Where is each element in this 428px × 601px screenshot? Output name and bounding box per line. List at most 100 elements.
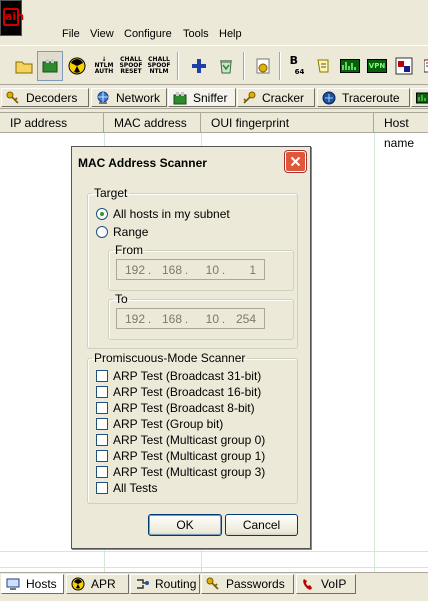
tab-decoders[interactable]: Decoders (1, 88, 89, 107)
checkbox[interactable] (96, 386, 108, 398)
meter-icon[interactable] (337, 51, 363, 81)
checkbox-label: ARP Test (Broadcast 31-bit) (113, 369, 262, 383)
grid-line (0, 551, 428, 552)
traceroute-icon (322, 91, 336, 104)
arp-broadcast-8-checkbox[interactable]: ARP Test (Broadcast 8-bit) (96, 401, 255, 415)
tab-label: Cracker (262, 90, 305, 105)
tab-cracker[interactable]: Cracker (237, 88, 315, 107)
column-mac-address[interactable]: MAC address (104, 113, 201, 133)
menu-configure[interactable]: Configure (122, 27, 174, 41)
tab-passwords[interactable]: Passwords (201, 574, 294, 594)
radiation-icon[interactable] (64, 51, 90, 81)
all-hosts-radio[interactable]: All hosts in my subnet (96, 207, 230, 221)
sniffer-adapter-icon[interactable] (37, 51, 63, 81)
checkbox[interactable] (96, 418, 108, 430)
menu-file[interactable]: File (60, 27, 82, 41)
cert-icon[interactable] (250, 51, 276, 81)
mac-address-scanner-dialog: MAC Address Scanner Target All hosts in … (71, 146, 311, 549)
vpn-icon[interactable]: VPN (364, 51, 390, 81)
reset-text: RESET (120, 68, 142, 75)
tab-apr[interactable]: APR (66, 574, 129, 594)
tab-network[interactable]: Network (91, 88, 167, 107)
all-tests-checkbox[interactable]: All Tests (96, 481, 157, 495)
tab-label: VoIP (321, 577, 347, 591)
tab-traceroute[interactable]: Traceroute (317, 88, 410, 107)
chall-spoof-reset-icon[interactable]: CHALL SPOOF RESET (118, 51, 144, 81)
range-radio[interactable]: Range (96, 225, 148, 239)
radio-button[interactable] (96, 208, 108, 220)
checkbox[interactable] (96, 466, 108, 478)
grid-line (0, 567, 428, 568)
arp-multicast-1-checkbox[interactable]: ARP Test (Multicast group 1) (96, 449, 265, 463)
toolbar: ↓ NTLM AUTH CHALL SPOOF RESET CHALL SPOOF NTLM… (0, 45, 428, 85)
ip-octet: 1 (249, 262, 256, 277)
recycle-icon[interactable] (213, 51, 239, 81)
to-legend: To (115, 292, 128, 306)
sixtyfour-text: 64 (294, 67, 305, 76)
checkbox-label: ARP Test (Broadcast 8-bit) (113, 401, 255, 415)
tab-label: Routing (155, 577, 197, 591)
chall-spoof-ntlm-icon[interactable]: CHALL SPOOF NTLM (146, 51, 172, 81)
routing-icon (137, 579, 149, 589)
column-host-name[interactable]: Host name (374, 113, 428, 150)
main-tab-strip: Decoders Network Sniffer Cracker Tracero… (0, 86, 428, 109)
ntlm-auth-icon[interactable]: ↓ NTLM AUTH (91, 51, 117, 81)
decoder-key-icon (6, 91, 19, 104)
menu-view[interactable]: View (88, 27, 116, 41)
radio-button[interactable] (96, 226, 108, 238)
base64-icon[interactable]: B 64 (284, 51, 310, 81)
network-globe-icon (97, 91, 109, 104)
tab-voip[interactable]: VoIP (296, 574, 356, 594)
grid-line (374, 133, 375, 572)
arp-broadcast-31-checkbox[interactable]: ARP Test (Broadcast 31-bit) (96, 369, 261, 383)
arp-multicast-3-checkbox[interactable]: ARP Test (Multicast group 3) (96, 465, 265, 479)
to-ip-field[interactable]: 192. 168. 10. 254 (116, 308, 265, 329)
column-oui-fingerprint[interactable]: OUI fingerprint (201, 113, 374, 133)
tab-label: Decoders (26, 90, 78, 105)
column-ip-address[interactable]: IP address (0, 113, 104, 133)
checkbox[interactable] (96, 482, 108, 494)
cain-app-icon[interactable]: ain (0, 0, 24, 36)
voip-icon (303, 579, 312, 590)
cracker-key-icon (243, 91, 256, 104)
toolbar-separator (243, 52, 245, 80)
tab-hosts[interactable]: Hosts (1, 574, 64, 594)
passwords-key-icon (206, 577, 219, 590)
arp-group-bit-checkbox[interactable]: ARP Test (Group bit) (96, 417, 223, 431)
menu-help[interactable]: Help (217, 27, 244, 41)
dialog-title-bar[interactable]: MAC Address Scanner (72, 147, 310, 177)
hosts-icon (6, 578, 20, 590)
ntlm-text: NTLM (149, 68, 169, 75)
arp-multicast-0-checkbox[interactable]: ARP Test (Multicast group 0) (96, 433, 265, 447)
menu-bar: ain File View Configure Tools Help (0, 0, 428, 43)
checkbox[interactable] (96, 370, 108, 382)
checkbox-label: ARP Test (Multicast group 1) (113, 449, 266, 463)
apr-radiation-icon (71, 577, 85, 591)
scroll-icon[interactable] (311, 51, 337, 81)
tab-routing[interactable]: Routing (130, 574, 200, 594)
tab-label: Traceroute (342, 90, 400, 105)
ok-button[interactable]: OK (148, 514, 222, 536)
checkbox-label: ARP Test (Multicast group 3) (113, 465, 266, 479)
plus-icon[interactable] (186, 51, 212, 81)
toolbar-separator (279, 52, 281, 80)
bottom-tab-strip: Hosts APR Routing Passwords VoIP (0, 572, 428, 601)
auth-text: AUTH (94, 68, 114, 75)
checkbox[interactable] (96, 434, 108, 446)
ip-octet: 10 (205, 262, 219, 277)
checkbox[interactable] (96, 450, 108, 462)
tab-sniffer[interactable]: Sniffer (168, 88, 236, 107)
cancel-button[interactable]: Cancel (225, 514, 298, 536)
rdp-icon[interactable] (391, 51, 417, 81)
arp-broadcast-16-checkbox[interactable]: ARP Test (Broadcast 16-bit) (96, 385, 261, 399)
checkbox[interactable] (96, 402, 108, 414)
close-button[interactable] (285, 151, 306, 172)
checkbox-label: ARP Test (Multicast group 0) (113, 433, 266, 447)
tab-more[interactable] (411, 88, 428, 107)
open-folder-icon[interactable] (11, 51, 37, 81)
from-ip-field[interactable]: 192. 168. 10. 1 (116, 259, 265, 280)
meter-icon (416, 92, 428, 103)
promiscuous-legend: Promiscuous-Mode Scanner (94, 351, 246, 365)
menu-tools[interactable]: Tools (181, 27, 211, 41)
cut-icon[interactable] (417, 51, 428, 81)
